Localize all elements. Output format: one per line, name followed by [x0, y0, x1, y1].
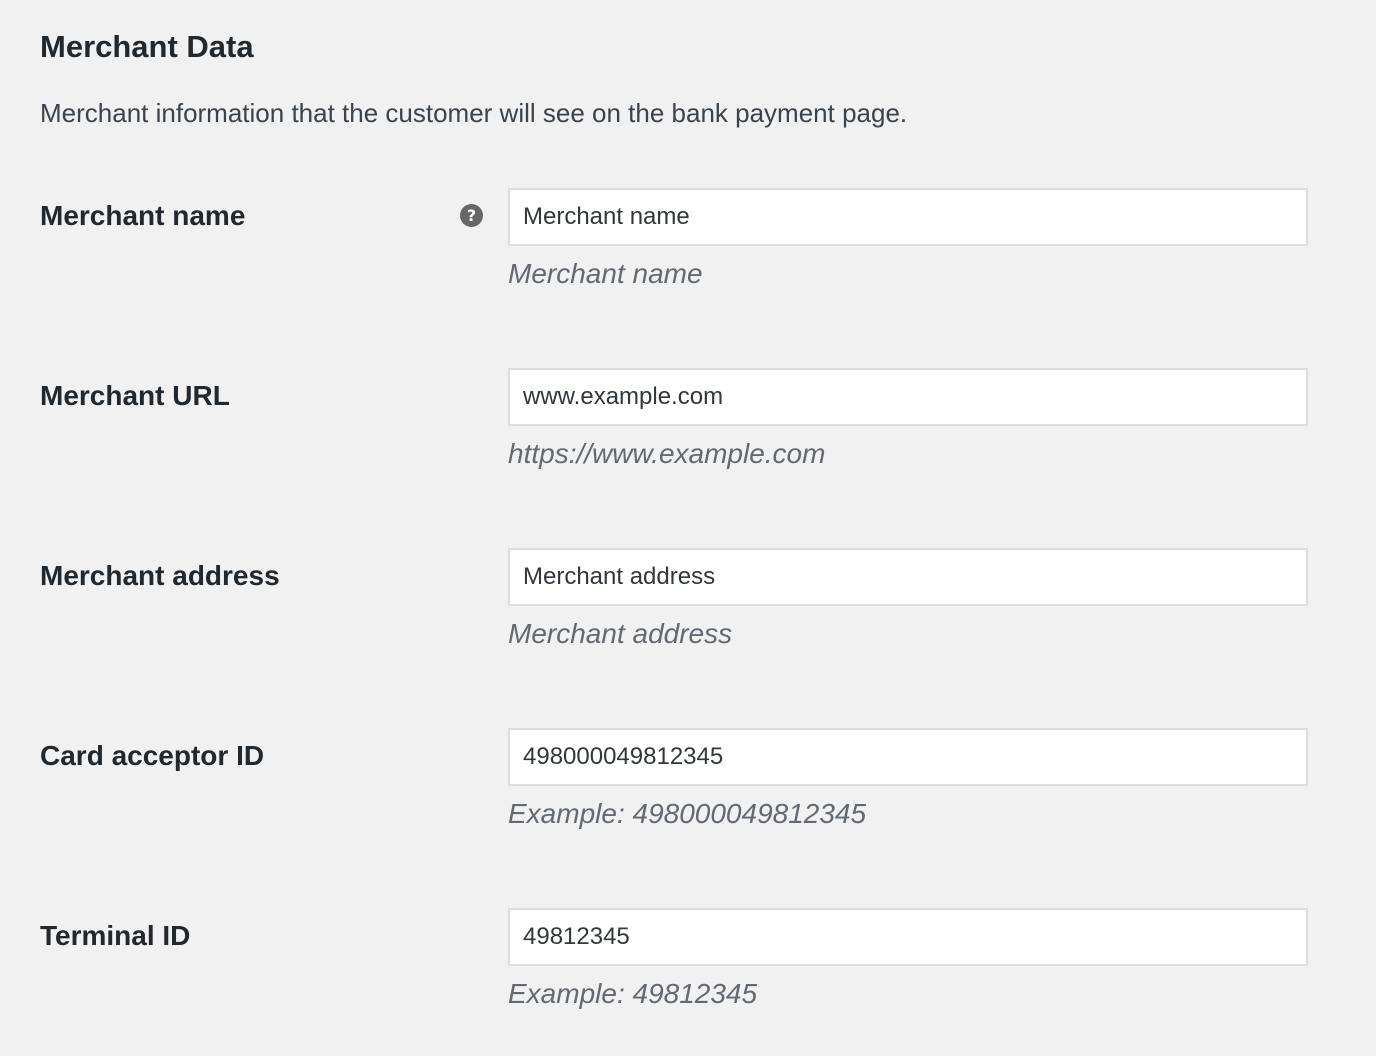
- section-title: Merchant Data: [40, 29, 254, 64]
- merchant-address-label: Merchant address: [40, 560, 280, 591]
- card-acceptor-id-input[interactable]: [508, 728, 1308, 786]
- terminal-id-description: Example: 49812345: [508, 978, 758, 1009]
- merchant-name-row: Merchant name ? Merchant name: [0, 188, 1376, 308]
- merchant-address-row: Merchant address Merchant address: [0, 548, 1376, 668]
- merchant-name-input[interactable]: [508, 188, 1308, 246]
- question-circle-icon[interactable]: ?: [460, 204, 483, 227]
- merchant-name-label: Merchant name: [40, 200, 246, 231]
- terminal-id-input[interactable]: [508, 908, 1308, 966]
- card-acceptor-id-description: Example: 498000049812345: [508, 798, 867, 829]
- terminal-id-label: Terminal ID: [40, 920, 191, 951]
- card-acceptor-id-row: Card acceptor ID Example: 49800004981234…: [0, 728, 1376, 848]
- merchant-url-label: Merchant URL: [40, 380, 230, 411]
- merchant-address-description: Merchant address: [508, 618, 733, 649]
- merchant-address-input[interactable]: [508, 548, 1308, 606]
- merchant-name-description: Merchant name: [508, 258, 703, 289]
- terminal-id-row: Terminal ID Example: 49812345: [0, 908, 1376, 1028]
- card-acceptor-id-label: Card acceptor ID: [40, 740, 265, 771]
- merchant-url-input[interactable]: [508, 368, 1308, 426]
- section-description: Merchant information that the customer w…: [40, 98, 908, 128]
- merchant-url-description: https://www.example.com: [508, 438, 826, 469]
- merchant-url-row: Merchant URL https://www.example.com: [0, 368, 1376, 488]
